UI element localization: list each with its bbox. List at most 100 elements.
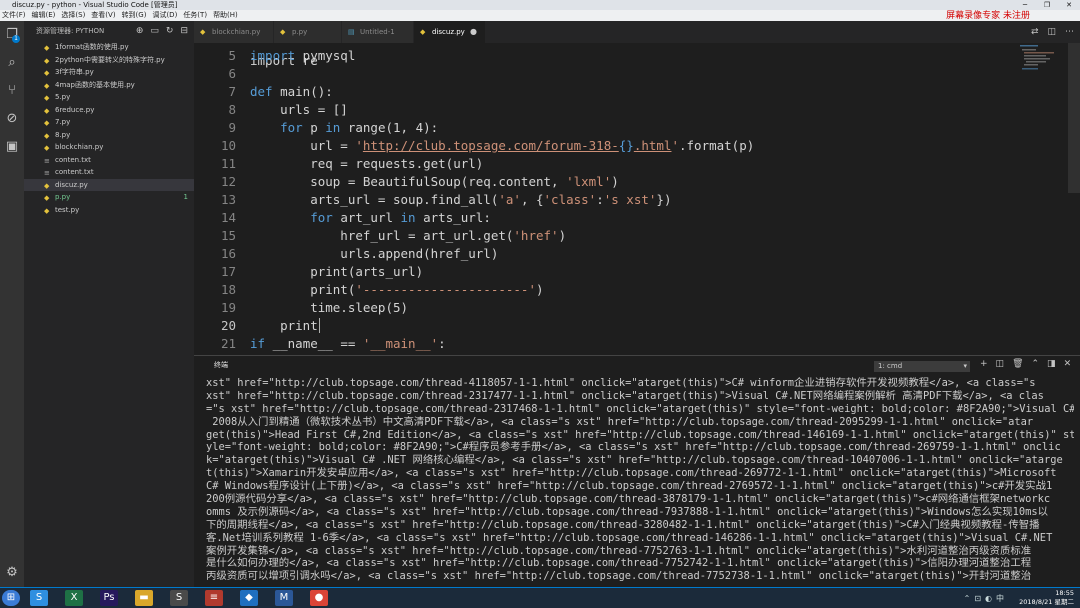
settings-gear-icon[interactable]: ⚙	[4, 565, 20, 581]
line-number: 19	[220, 300, 236, 315]
line-number: 7	[228, 84, 236, 99]
volume-icon[interactable]: ◐	[985, 594, 992, 603]
line-number: 16	[220, 246, 236, 261]
file-name: 2python中需要转义的特殊字符.py	[55, 55, 165, 64]
unsaved-dot-icon[interactable]: ●	[470, 21, 477, 43]
close-button[interactable]: ✕	[1058, 0, 1080, 10]
terminal-output[interactable]: xst" href="http://club.topsage.com/threa…	[206, 377, 1074, 583]
tab-blockchian[interactable]: ◆ blockchian.py	[194, 21, 274, 43]
split-editor-icon[interactable]: ◫	[1047, 27, 1056, 37]
tab-label: discuz.py	[432, 28, 465, 36]
new-folder-icon[interactable]: ▭	[150, 26, 159, 36]
code-text: for art_url in arts_url:	[250, 209, 491, 227]
open-changes-icon[interactable]: ⇄	[1031, 27, 1039, 37]
maximize-panel-icon[interactable]: ⌃	[1032, 359, 1040, 369]
search-icon[interactable]: ⌕	[4, 55, 20, 71]
menu-edit[interactable]: 编辑(E)	[32, 10, 56, 21]
menu-debug[interactable]: 调试(D)	[152, 10, 177, 21]
menu-file[interactable]: 文件(F)	[2, 10, 26, 21]
sublime-icon[interactable]: S	[170, 590, 188, 606]
terminal-line: yle="font-weight: bold;color: #8F2A90;">…	[206, 441, 1061, 454]
menu-selection[interactable]: 选择(S)	[61, 10, 85, 21]
kill-terminal-icon[interactable]: 🗑	[1012, 359, 1023, 369]
file-item[interactable]: ◆ 8.py	[24, 129, 194, 142]
start-icon[interactable]: ⊞	[2, 590, 20, 606]
tray-arrow-icon[interactable]: ⌃	[964, 594, 971, 603]
new-terminal-icon[interactable]: +	[980, 359, 988, 369]
terminal-line: 下的周期线程</a>, <a class="s xst" href="http:…	[206, 518, 1040, 531]
app-icon[interactable]: M	[275, 590, 293, 606]
file-icon: ▤	[348, 28, 355, 36]
python-file-icon: ◆	[44, 181, 50, 190]
vscode-icon[interactable]: ◆	[240, 590, 258, 606]
file-item[interactable]: ≡ conten.txt	[24, 154, 194, 167]
books-icon[interactable]: ≡	[205, 590, 223, 606]
terminal-line: omms 及示例源码</a>, <a class="s xst" href="h…	[206, 505, 1049, 518]
source-control-icon[interactable]: ⑂	[4, 83, 20, 99]
code-token: time.sleep(5)	[250, 300, 409, 315]
editor-scrollbar[interactable]	[1068, 43, 1080, 193]
toggle-panel-icon[interactable]: ◨	[1047, 359, 1056, 369]
menu-go[interactable]: 转到(G)	[122, 10, 147, 21]
code-token: urls = []	[250, 102, 348, 117]
file-item[interactable]: ◆ 2python中需要转义的特殊字符.py	[24, 54, 194, 67]
panel-title[interactable]: 终端	[214, 360, 228, 370]
file-tree: ◆ 1format函数的使用.py ◆ 2python中需要转义的特殊字符.py ◆ 3f…	[24, 41, 194, 216]
menu-tasks[interactable]: 任务(T)	[183, 10, 207, 21]
file-item[interactable]: ≡ content.txt	[24, 166, 194, 179]
folder-icon[interactable]: ▬	[135, 590, 153, 606]
code-token: :	[438, 336, 446, 351]
file-item[interactable]: ◆ 1format函数的使用.py	[24, 41, 194, 54]
terminal-line: 案例开发集锦</a>, <a class="s xst" href="http:…	[206, 544, 1032, 557]
close-panel-icon[interactable]: ✕	[1064, 359, 1072, 369]
collapse-all-icon[interactable]: ⊟	[180, 26, 188, 36]
file-item[interactable]: ◆ p.py 1	[24, 191, 194, 204]
file-item[interactable]: ◆ 6reduce.py	[24, 104, 194, 117]
code-token: '	[671, 138, 679, 153]
python-file-icon: ◆	[280, 28, 286, 36]
menu-help[interactable]: 帮助(H)	[213, 10, 238, 21]
file-item[interactable]: ◆ discuz.py	[24, 178, 194, 191]
file-name: 3f字符串.py	[55, 68, 94, 76]
terminal-line: k="atarget(this)">Visual C# .NET 网络核心编程<…	[206, 454, 1063, 467]
split-terminal-icon[interactable]: ◫	[996, 359, 1005, 369]
extensions-icon[interactable]: ▣	[4, 139, 20, 155]
taskbar-clock[interactable]: 18:55 2018/8/21 星期二	[1004, 589, 1074, 607]
file-name: p.py	[55, 193, 71, 201]
network-icon[interactable]: ⊡	[974, 594, 981, 603]
file-item[interactable]: ◆ 7.py	[24, 116, 194, 129]
more-actions-icon[interactable]: ⋯	[1065, 27, 1074, 37]
code-token: 'a'	[498, 192, 521, 207]
debug-icon[interactable]: ⊘	[4, 111, 20, 127]
menu-view[interactable]: 查看(V)	[91, 10, 115, 21]
code-editor[interactable]: import re 5 import pymysql 6 7 def main(): 8 …	[194, 43, 1024, 355]
excel-icon[interactable]: X	[65, 590, 83, 606]
text-file-icon: ≡	[44, 156, 50, 165]
refresh-icon[interactable]: ↻	[166, 26, 174, 36]
file-item[interactable]: ◆ 3f字符串.py	[24, 66, 194, 79]
code-token: arts_url:	[415, 210, 491, 225]
tab-discuz[interactable]: ◆ discuz.py ●	[414, 21, 486, 43]
new-file-icon[interactable]: ⊕	[136, 26, 144, 36]
file-name: conten.txt	[55, 155, 91, 164]
terminal-select[interactable]: 1: cmd	[874, 361, 970, 372]
explorer-tools: ⊕ ▭ ↻ ⊟	[129, 21, 188, 41]
file-item[interactable]: ◆ blockchian.py	[24, 141, 194, 154]
ime-icon[interactable]: 中	[996, 594, 1004, 603]
code-token: :	[596, 192, 604, 207]
file-item[interactable]: ◆ 4map函数的基本使用.py	[24, 79, 194, 92]
file-item[interactable]: ◆ test.py	[24, 204, 194, 217]
photoshop-icon[interactable]: Ps	[100, 590, 118, 606]
chrome-icon[interactable]: ●	[310, 590, 328, 606]
minimize-button[interactable]: ─	[1014, 0, 1036, 10]
tab-untitled[interactable]: ▤ Untitled-1	[342, 21, 414, 43]
line-number: 12	[220, 174, 236, 189]
maximize-button[interactable]: ❐	[1036, 0, 1058, 10]
code-token: p	[302, 120, 326, 135]
notification-badge: 1	[12, 35, 20, 43]
file-item[interactable]: ◆ 5.py	[24, 91, 194, 104]
tab-p[interactable]: ◆ p.py	[274, 21, 342, 43]
code-line: 12 soup = BeautifulSoup(req.content, 'lx…	[194, 173, 1024, 191]
minimap[interactable]	[1018, 43, 1068, 73]
sogou-icon[interactable]: S	[30, 590, 48, 606]
